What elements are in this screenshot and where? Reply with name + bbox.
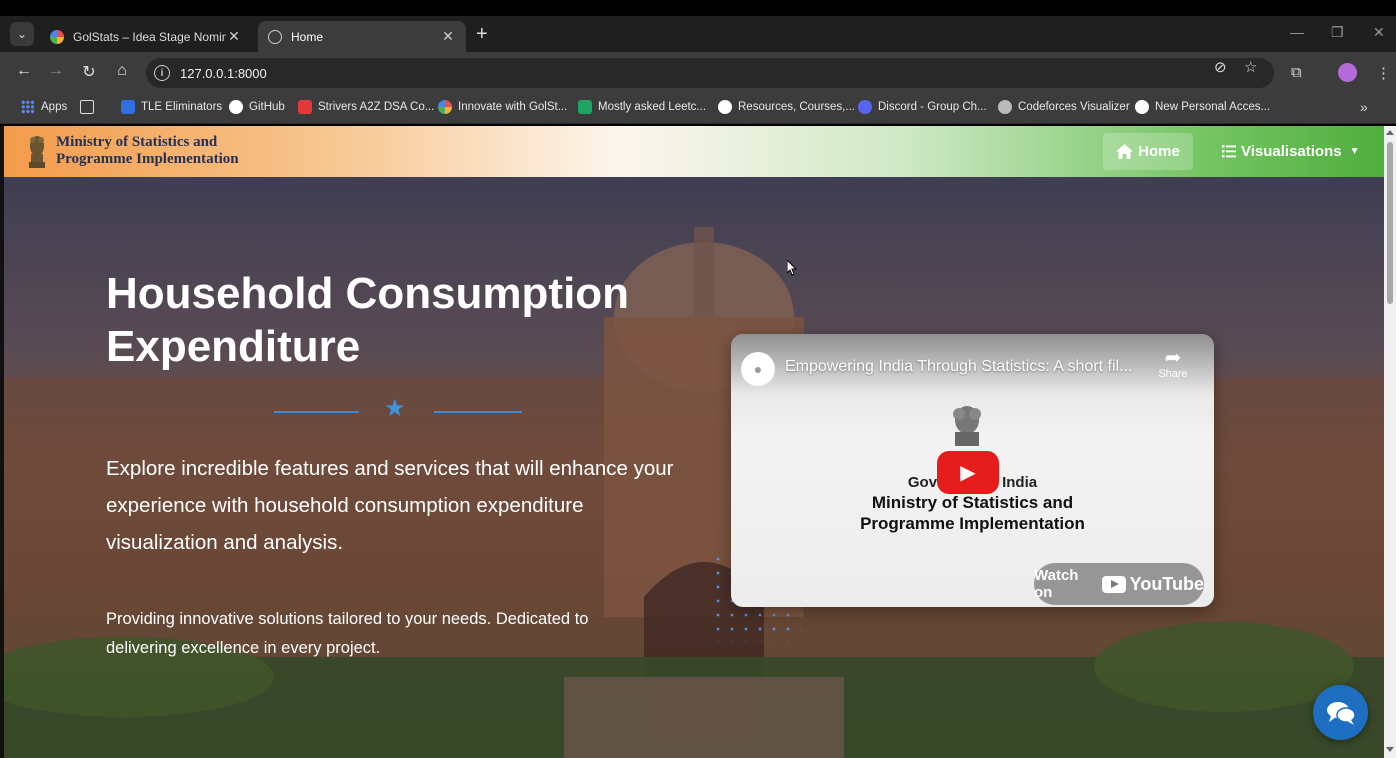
nav-visualisations-label: Visualisations bbox=[1241, 143, 1342, 160]
youtube-play-icon bbox=[1101, 575, 1126, 593]
scroll-down-arrow-icon[interactable] bbox=[1386, 747, 1394, 752]
nav-home-button[interactable]: Home bbox=[1103, 133, 1193, 170]
tab-strip: ⌄ GolStats – Idea Stage Nominati ✕ Home … bbox=[0, 16, 1396, 52]
national-emblem-icon[interactable] bbox=[26, 132, 48, 170]
youtube-video-embed[interactable]: ● Empowering India Through Statistics: A… bbox=[731, 334, 1214, 607]
address-bar[interactable]: i 127.0.0.1:8000 bbox=[146, 58, 1274, 88]
github-icon bbox=[229, 100, 243, 114]
home-icon bbox=[1116, 144, 1134, 159]
grid-icon bbox=[80, 100, 94, 114]
tab-home[interactable]: Home ✕ bbox=[258, 21, 466, 52]
bookmark-leetcode-sheet[interactable]: Mostly asked Leetc... bbox=[578, 100, 706, 114]
share-label: Share bbox=[1158, 368, 1188, 380]
share-button[interactable]: ➦ Share bbox=[1151, 348, 1195, 380]
sheets-icon bbox=[578, 100, 592, 114]
caret-down-icon: ▼ bbox=[1349, 146, 1360, 157]
browser-toolbar: ← → ↻ ⌂ i 127.0.0.1:8000 ⊘ ☆ ⧉ ⋮ bbox=[0, 52, 1396, 94]
reload-icon[interactable]: ↻ bbox=[78, 62, 100, 82]
url-text[interactable]: 127.0.0.1:8000 bbox=[180, 66, 267, 81]
golstats-icon bbox=[438, 100, 452, 114]
hero-section: Household Consumption Expenditure ★ Expl… bbox=[4, 177, 1384, 758]
national-emblem-icon bbox=[953, 406, 981, 446]
menu-icon[interactable]: ⋮ bbox=[1376, 64, 1391, 82]
tab-search-button[interactable]: ⌄ bbox=[10, 22, 34, 46]
bookmark-discord[interactable]: Discord - Group Ch... bbox=[858, 100, 987, 114]
video-thumb-line-2: Ministry of Statistics and Programme Imp… bbox=[860, 493, 1085, 533]
video-title[interactable]: Empowering India Through Statistics: A s… bbox=[785, 358, 1155, 376]
bookmark-tle[interactable]: TLE Eliminators bbox=[121, 100, 222, 114]
forward-icon[interactable]: → bbox=[45, 62, 67, 80]
google-icon bbox=[718, 100, 732, 114]
home-icon[interactable]: ⌂ bbox=[111, 62, 133, 80]
apps-grid-icon bbox=[21, 100, 35, 114]
bookmark-github[interactable]: GitHub bbox=[229, 100, 285, 114]
discord-icon bbox=[858, 100, 872, 114]
screen-top-edge bbox=[0, 0, 1396, 16]
window-close-icon[interactable]: ✕ bbox=[1373, 24, 1385, 41]
bookmark-resources[interactable]: Resources, Courses,... bbox=[718, 100, 855, 114]
site-navbar: Ministry of Statistics and Programme Imp… bbox=[4, 126, 1384, 177]
bookmark-apps[interactable]: Apps bbox=[21, 100, 67, 114]
page-viewport: Ministry of Statistics and Programme Imp… bbox=[4, 126, 1384, 758]
bookmarks-bar: Apps TLE Eliminators GitHub Strivers A2Z… bbox=[0, 94, 1396, 124]
tab-close-icon[interactable]: ✕ bbox=[440, 28, 456, 45]
youtube-logo: YouTube bbox=[1101, 573, 1204, 595]
tab-groups-button[interactable] bbox=[80, 100, 100, 114]
star-icon: ★ bbox=[384, 395, 406, 422]
restore-icon[interactable]: ❐ bbox=[1331, 24, 1344, 41]
brand-line-1: Ministry of Statistics and bbox=[56, 134, 218, 150]
hero-description: Explore incredible features and services… bbox=[106, 457, 674, 554]
minimize-icon[interactable]: — bbox=[1290, 24, 1304, 40]
tuf-icon bbox=[298, 100, 312, 114]
tab-title: GolStats – Idea Stage Nominati bbox=[73, 29, 226, 44]
globe-favicon-icon bbox=[268, 29, 282, 44]
bookmark-codeforces[interactable]: Codeforces Visualizer bbox=[998, 100, 1130, 114]
eye-off-icon[interactable]: ⊘ bbox=[1214, 58, 1227, 76]
tab-golstats[interactable]: GolStats – Idea Stage Nominati ✕ bbox=[40, 21, 252, 52]
bookmark-github-token[interactable]: New Personal Acces... bbox=[1135, 100, 1270, 114]
nav-visualisations-dropdown[interactable]: Visualisations ▼ bbox=[1222, 133, 1360, 170]
scroll-thumb[interactable] bbox=[1387, 142, 1393, 304]
watch-on-youtube-button[interactable]: Watch on YouTube bbox=[1034, 563, 1204, 605]
site-info-icon[interactable]: i bbox=[154, 65, 170, 81]
list-icon bbox=[1222, 145, 1236, 158]
play-button[interactable]: ▶ bbox=[937, 451, 999, 494]
nav-home-label: Home bbox=[1138, 143, 1180, 160]
globe-icon bbox=[998, 100, 1012, 114]
more-bookmarks-icon[interactable]: » bbox=[1360, 99, 1368, 115]
hero-subtext: Providing innovative solutions tailored … bbox=[106, 610, 589, 657]
bookmark-star-icon[interactable]: ☆ bbox=[1244, 58, 1257, 76]
scroll-up-arrow-icon[interactable] bbox=[1386, 130, 1394, 135]
youtube-label: YouTube bbox=[1129, 573, 1204, 594]
tab-title: Home bbox=[291, 29, 324, 44]
channel-avatar-icon[interactable]: ● bbox=[741, 352, 775, 386]
watch-on-label: Watch on bbox=[1034, 567, 1079, 601]
new-tab-button[interactable]: + bbox=[476, 24, 488, 44]
chat-bubbles-icon bbox=[1326, 701, 1356, 725]
bookmark-golstats[interactable]: Innovate with GolSt... bbox=[438, 100, 567, 114]
github-icon bbox=[1135, 100, 1149, 114]
profile-avatar[interactable] bbox=[1338, 63, 1357, 82]
share-icon: ➦ bbox=[1164, 347, 1182, 369]
site-brand[interactable]: Ministry of Statistics and Programme Imp… bbox=[56, 134, 239, 168]
back-icon[interactable]: ← bbox=[13, 62, 35, 80]
mouse-cursor-icon bbox=[787, 260, 797, 276]
extensions-icon[interactable]: ⧉ bbox=[1291, 64, 1302, 81]
page-scrollbar[interactable] bbox=[1384, 126, 1396, 758]
tle-icon bbox=[121, 100, 135, 114]
chat-button[interactable] bbox=[1313, 685, 1368, 740]
divider-line-right bbox=[434, 411, 522, 413]
divider-line-left bbox=[274, 411, 359, 413]
hero-title: Household Consumption Expenditure bbox=[106, 269, 630, 371]
tab-close-icon[interactable]: ✕ bbox=[226, 28, 242, 45]
brand-line-2: Programme Implementation bbox=[56, 151, 239, 167]
golstats-favicon-icon bbox=[50, 29, 64, 44]
bookmark-strivers[interactable]: Strivers A2Z DSA Co... bbox=[298, 100, 434, 114]
